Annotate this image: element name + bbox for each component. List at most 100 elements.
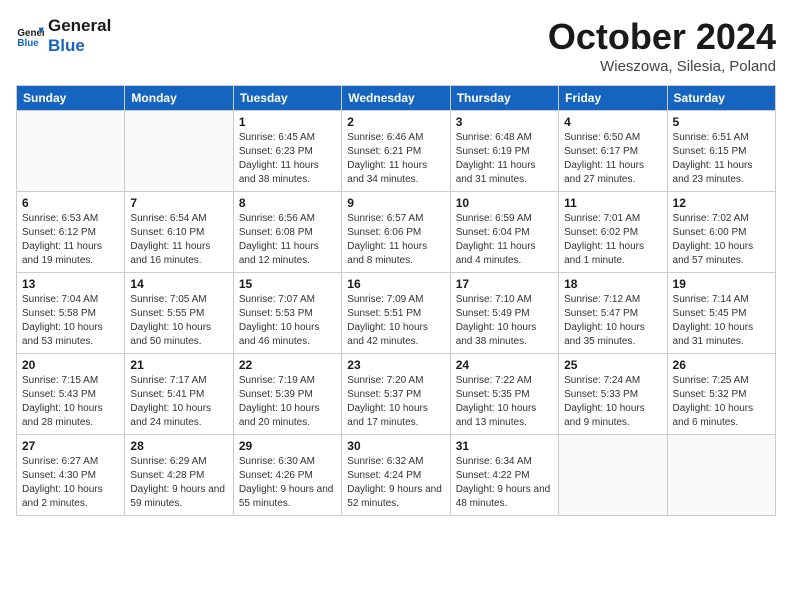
day-number: 9 <box>347 196 444 210</box>
calendar-cell: 8 Sunrise: 6:56 AM Sunset: 6:08 PM Daylig… <box>233 192 341 273</box>
day-info: Sunrise: 6:54 AM Sunset: 6:10 PM Dayligh… <box>130 212 227 268</box>
calendar-cell: 31Sunrise: 6:34 AM Sunset: 4:22 PM Dayli… <box>450 435 558 516</box>
calendar-cell: 20Sunrise: 7:15 AM Sunset: 5:43 PM Dayli… <box>17 354 125 435</box>
calendar-cell: 16Sunrise: 7:09 AM Sunset: 5:51 PM Dayli… <box>342 273 450 354</box>
calendar-cell: 30 Sunrise: 6:32 AM Sunset: 4:24 PM Dayli… <box>342 435 450 516</box>
day-number: 10 <box>456 196 553 210</box>
day-info: Sunrise: 7:17 AM Sunset: 5:41 PM Dayligh… <box>130 374 227 430</box>
calendar-week-2: 6Sunrise: 6:53 AM Sunset: 6:12 PM Daylig… <box>17 192 776 273</box>
calendar-cell: 15Sunrise: 7:07 AM Sunset: 5:53 PM Dayli… <box>233 273 341 354</box>
day-info: Sunrise: 7:14 AM Sunset: 5:45 PM Dayligh… <box>673 293 770 349</box>
day-number: 2 <box>347 115 444 129</box>
day-number: 30 <box>347 439 444 453</box>
day-info: Sunrise: 7:04 AM Sunset: 5:58 PM Dayligh… <box>22 293 119 349</box>
day-info: Sunrise: 6:59 AM Sunset: 6:04 PM Dayligh… <box>456 212 553 268</box>
day-number: 20 <box>22 358 119 372</box>
day-number: 7 <box>130 196 227 210</box>
day-info: Sunrise: 6:48 AM Sunset: 6:19 PM Dayligh… <box>456 131 553 187</box>
calendar-cell: 5 Sunrise: 6:51 AM Sunset: 6:15 PM Daylig… <box>667 111 775 192</box>
day-number: 5 <box>673 115 770 129</box>
header: General Blue General Blue October 2024 W… <box>16 16 776 75</box>
calendar-cell: 3 Sunrise: 6:48 AM Sunset: 6:19 PM Daylig… <box>450 111 558 192</box>
day-info: Sunrise: 6:50 AM Sunset: 6:17 PM Dayligh… <box>564 131 661 187</box>
logo-blue: Blue <box>48 36 111 56</box>
calendar-cell: 24 Sunrise: 7:22 AM Sunset: 5:35 PM Dayli… <box>450 354 558 435</box>
calendar-week-1: 1 Sunrise: 6:45 AM Sunset: 6:23 PM Daylig… <box>17 111 776 192</box>
day-number: 3 <box>456 115 553 129</box>
calendar-cell: 1 Sunrise: 6:45 AM Sunset: 6:23 PM Daylig… <box>233 111 341 192</box>
col-header-thursday: Thursday <box>450 86 558 111</box>
day-number: 8 <box>239 196 336 210</box>
day-number: 4 <box>564 115 661 129</box>
calendar-cell: 7 Sunrise: 6:54 AM Sunset: 6:10 PM Daylig… <box>125 192 233 273</box>
calendar-cell: 19 Sunrise: 7:14 AM Sunset: 5:45 PM Dayli… <box>667 273 775 354</box>
logo-general: General <box>48 16 111 36</box>
day-info: Sunrise: 7:09 AM Sunset: 5:51 PM Dayligh… <box>347 293 444 349</box>
logo: General Blue General Blue <box>16 16 111 57</box>
day-info: Sunrise: 6:45 AM Sunset: 6:23 PM Dayligh… <box>239 131 336 187</box>
day-info: Sunrise: 6:51 AM Sunset: 6:15 PM Dayligh… <box>673 131 770 187</box>
calendar-cell: 12Sunrise: 7:02 AM Sunset: 6:00 PM Dayli… <box>667 192 775 273</box>
day-info: Sunrise: 6:57 AM Sunset: 6:06 PM Dayligh… <box>347 212 444 268</box>
day-number: 17 <box>456 277 553 291</box>
day-info: Sunrise: 7:02 AM Sunset: 6:00 PM Dayligh… <box>673 212 770 268</box>
calendar-cell: 23Sunrise: 7:20 AM Sunset: 5:37 PM Dayli… <box>342 354 450 435</box>
logo-icon: General Blue <box>16 22 44 50</box>
calendar-cell <box>559 435 667 516</box>
day-number: 24 <box>456 358 553 372</box>
month-title: October 2024 <box>548 16 776 58</box>
day-number: 1 <box>239 115 336 129</box>
calendar-cell: 2 Sunrise: 6:46 AM Sunset: 6:21 PM Daylig… <box>342 111 450 192</box>
day-info: Sunrise: 6:27 AM Sunset: 4:30 PM Dayligh… <box>22 455 119 511</box>
calendar-table: SundayMondayTuesdayWednesdayThursdayFrid… <box>16 85 776 516</box>
calendar-cell: 28 Sunrise: 6:29 AM Sunset: 4:28 PM Dayli… <box>125 435 233 516</box>
col-header-tuesday: Tuesday <box>233 86 341 111</box>
calendar-cell: 13 Sunrise: 7:04 AM Sunset: 5:58 PM Dayli… <box>17 273 125 354</box>
calendar-cell: 22Sunrise: 7:19 AM Sunset: 5:39 PM Dayli… <box>233 354 341 435</box>
title-area: October 2024 Wieszowa, Silesia, Poland <box>548 16 776 75</box>
day-number: 29 <box>239 439 336 453</box>
day-info: Sunrise: 6:29 AM Sunset: 4:28 PM Dayligh… <box>130 455 227 511</box>
calendar-cell: 21 Sunrise: 7:17 AM Sunset: 5:41 PM Dayli… <box>125 354 233 435</box>
day-info: Sunrise: 7:22 AM Sunset: 5:35 PM Dayligh… <box>456 374 553 430</box>
calendar-cell <box>125 111 233 192</box>
col-header-wednesday: Wednesday <box>342 86 450 111</box>
day-number: 14 <box>130 277 227 291</box>
day-number: 18 <box>564 277 661 291</box>
calendar-cell: 25Sunrise: 7:24 AM Sunset: 5:33 PM Dayli… <box>559 354 667 435</box>
day-info: Sunrise: 6:56 AM Sunset: 6:08 PM Dayligh… <box>239 212 336 268</box>
day-number: 11 <box>564 196 661 210</box>
svg-text:Blue: Blue <box>17 38 39 49</box>
day-number: 22 <box>239 358 336 372</box>
calendar-cell: 29 Sunrise: 6:30 AM Sunset: 4:26 PM Dayli… <box>233 435 341 516</box>
calendar-cell: 9 Sunrise: 6:57 AM Sunset: 6:06 PM Daylig… <box>342 192 450 273</box>
calendar-cell: 27Sunrise: 6:27 AM Sunset: 4:30 PM Dayli… <box>17 435 125 516</box>
day-number: 21 <box>130 358 227 372</box>
day-number: 19 <box>673 277 770 291</box>
col-header-friday: Friday <box>559 86 667 111</box>
calendar-cell: 14 Sunrise: 7:05 AM Sunset: 5:55 PM Dayli… <box>125 273 233 354</box>
calendar-cell <box>667 435 775 516</box>
day-info: Sunrise: 7:01 AM Sunset: 6:02 PM Dayligh… <box>564 212 661 268</box>
calendar-header-row: SundayMondayTuesdayWednesdayThursdayFrid… <box>17 86 776 111</box>
day-number: 25 <box>564 358 661 372</box>
day-info: Sunrise: 7:12 AM Sunset: 5:47 PM Dayligh… <box>564 293 661 349</box>
day-info: Sunrise: 7:05 AM Sunset: 5:55 PM Dayligh… <box>130 293 227 349</box>
day-info: Sunrise: 6:30 AM Sunset: 4:26 PM Dayligh… <box>239 455 336 511</box>
day-number: 28 <box>130 439 227 453</box>
calendar-cell <box>17 111 125 192</box>
day-info: Sunrise: 6:46 AM Sunset: 6:21 PM Dayligh… <box>347 131 444 187</box>
calendar-cell: 4 Sunrise: 6:50 AM Sunset: 6:17 PM Daylig… <box>559 111 667 192</box>
day-number: 6 <box>22 196 119 210</box>
day-info: Sunrise: 6:32 AM Sunset: 4:24 PM Dayligh… <box>347 455 444 511</box>
calendar-week-5: 27Sunrise: 6:27 AM Sunset: 4:30 PM Dayli… <box>17 435 776 516</box>
day-number: 13 <box>22 277 119 291</box>
day-info: Sunrise: 7:07 AM Sunset: 5:53 PM Dayligh… <box>239 293 336 349</box>
day-number: 23 <box>347 358 444 372</box>
day-info: Sunrise: 6:34 AM Sunset: 4:22 PM Dayligh… <box>456 455 553 511</box>
location-title: Wieszowa, Silesia, Poland <box>548 58 776 75</box>
calendar-cell: 6Sunrise: 6:53 AM Sunset: 6:12 PM Daylig… <box>17 192 125 273</box>
calendar-cell: 11 Sunrise: 7:01 AM Sunset: 6:02 PM Dayli… <box>559 192 667 273</box>
calendar-cell: 18 Sunrise: 7:12 AM Sunset: 5:47 PM Dayli… <box>559 273 667 354</box>
calendar-cell: 17Sunrise: 7:10 AM Sunset: 5:49 PM Dayli… <box>450 273 558 354</box>
